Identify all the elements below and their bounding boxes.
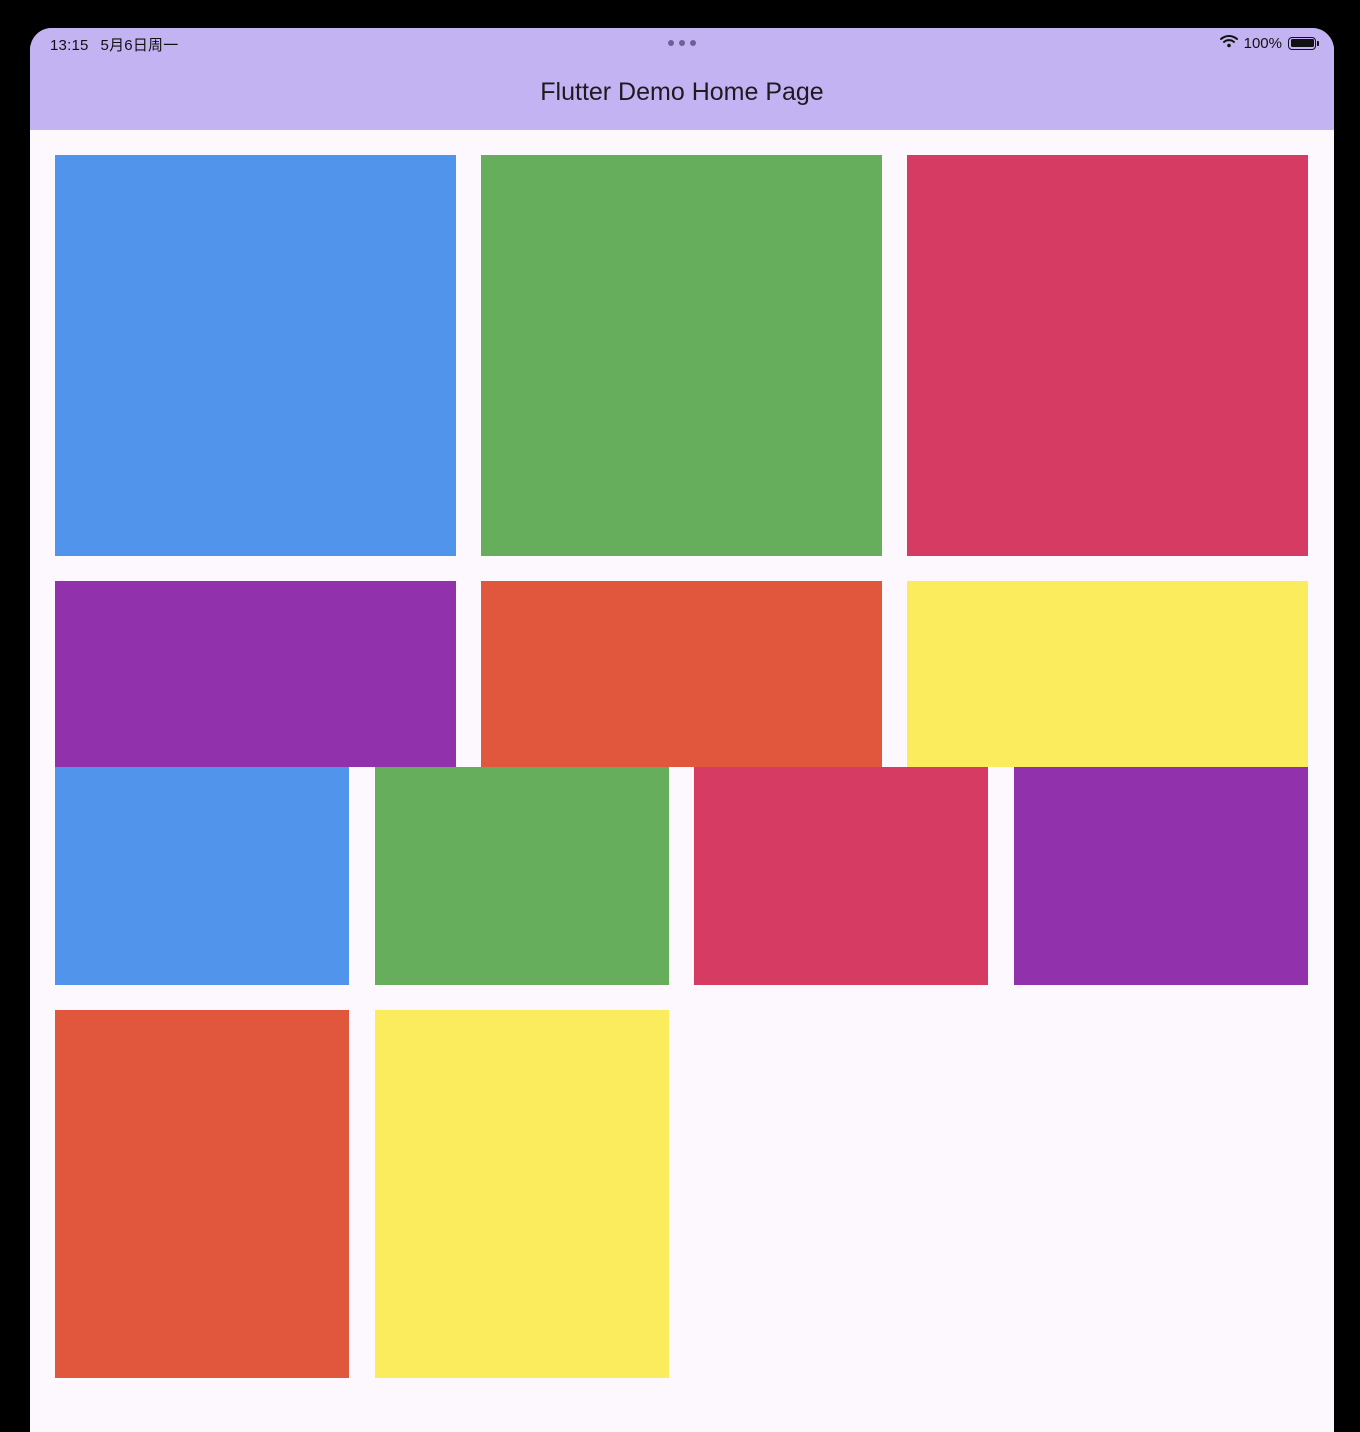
status-time-date: 13:15 5月6日周一 bbox=[50, 34, 178, 55]
grid-tile-blue[interactable] bbox=[55, 767, 349, 985]
page-title: Flutter Demo Home Page bbox=[540, 78, 824, 106]
grid-tile-crimson[interactable] bbox=[907, 155, 1308, 556]
grid-tile-green[interactable] bbox=[375, 767, 669, 985]
grid-tile-orange[interactable] bbox=[55, 1010, 349, 1378]
grid-tile-crimson[interactable] bbox=[694, 767, 988, 985]
grid-tile-purple[interactable] bbox=[1014, 767, 1308, 985]
multitasking-dots-icon[interactable] bbox=[668, 40, 696, 46]
status-indicators: 100% bbox=[1219, 34, 1319, 52]
grid-tile-green[interactable] bbox=[481, 155, 882, 556]
wifi-icon bbox=[1219, 34, 1238, 52]
grid-tile-purple[interactable] bbox=[55, 581, 456, 767]
grid-tile-yellow[interactable] bbox=[907, 581, 1308, 767]
grid-tile-orange[interactable] bbox=[481, 581, 882, 767]
status-date: 5月6日周一 bbox=[100, 37, 179, 54]
grid-tile-blue[interactable] bbox=[55, 155, 456, 556]
battery-icon bbox=[1288, 36, 1319, 50]
status-time: 13:15 bbox=[50, 37, 89, 54]
app-bar: 13:15 5月6日周一 100% Flutter Demo Home Page bbox=[30, 28, 1334, 130]
battery-percentage: 100% bbox=[1243, 34, 1282, 52]
grid-tile-yellow[interactable] bbox=[375, 1010, 669, 1378]
app-screen: 13:15 5月6日周一 100% Flutter Demo Home Page bbox=[30, 28, 1334, 1432]
